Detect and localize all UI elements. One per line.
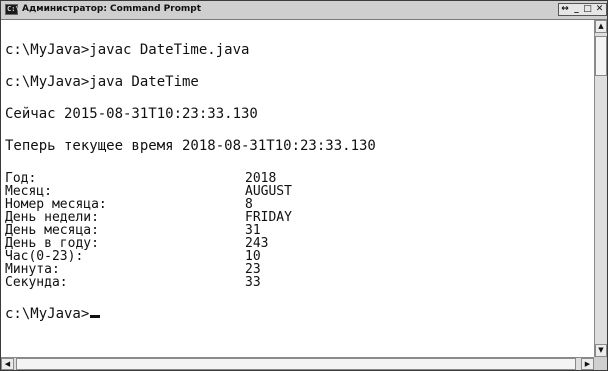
console-icon-glyph: C:\ [7, 5, 20, 13]
vertical-scroll-thumb[interactable] [595, 36, 607, 76]
horizontal-scroll-thumb[interactable] [16, 358, 576, 370]
row-label: Секунда: [5, 275, 68, 290]
scroll-down-arrow-icon[interactable]: ▼ [595, 344, 607, 357]
console-line-now: Сейчас 2015-08-31T10:23:33.130 [5, 106, 258, 122]
command-prompt-window: C:\ Администратор: Command Prompt ↔ _ □ … [0, 0, 608, 371]
resize-grip[interactable] [594, 357, 607, 370]
console-command-run: c:\MyJava>java DateTime [5, 74, 199, 90]
console-app-icon[interactable]: C:\ [5, 4, 20, 15]
row-value: 33 [245, 275, 261, 290]
horizontal-scrollbar[interactable]: ◀ ▶ [1, 357, 594, 370]
scroll-left-arrow-icon[interactable]: ◀ [1, 358, 14, 370]
text-cursor [90, 315, 101, 318]
console-row-second: Секунда: 33 [5, 275, 261, 290]
window-title: Администратор: Command Prompt [22, 4, 202, 14]
scroll-up-arrow-icon[interactable]: ▲ [595, 20, 607, 33]
title-bar[interactable]: C:\ Администратор: Command Prompt ↔ _ □ … [1, 1, 607, 20]
vertical-scrollbar[interactable]: ▲ ▼ [594, 20, 607, 357]
close-button[interactable]: ✕ [593, 3, 607, 16]
console-line-current-time: Теперь текущее время 2018-08-31T10:23:33… [5, 138, 376, 154]
console-prompt: c:\MyJava> [5, 306, 90, 322]
console-prompt-line[interactable]: c:\MyJava> [5, 306, 101, 322]
console-output[interactable]: c:\MyJava>javac DateTime.java c:\MyJava>… [1, 20, 594, 357]
scroll-right-arrow-icon[interactable]: ▶ [581, 358, 594, 370]
console-command-compile: c:\MyJava>javac DateTime.java [5, 42, 250, 58]
